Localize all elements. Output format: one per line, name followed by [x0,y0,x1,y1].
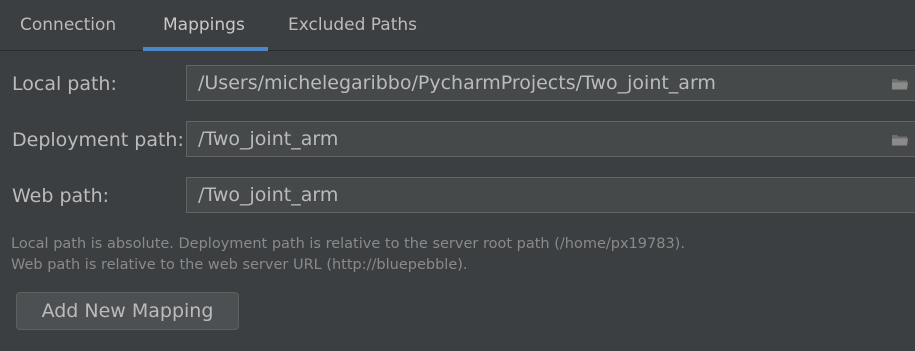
add-new-mapping-button[interactable]: Add New Mapping [16,292,239,330]
tab-excluded-paths[interactable]: Excluded Paths [268,0,443,50]
deployment-path-label: Deployment path: [12,129,184,151]
tab-bar: Connection Mappings Excluded Paths [0,0,915,51]
help-text-web: Web path is relative to the web server U… [11,257,468,273]
help-text-local-deployment: Local path is absolute. Deployment path … [11,236,685,252]
deployment-path-browse-folder-icon[interactable] [891,133,909,147]
web-path-field[interactable] [186,177,915,213]
tab-mappings[interactable]: Mappings [143,0,268,51]
web-path-label: Web path: [12,185,110,207]
web-path-input[interactable] [187,178,915,212]
local-path-field[interactable] [186,65,915,101]
mappings-panel: Connection Mappings Excluded Paths Local… [0,0,915,351]
local-path-input[interactable] [187,66,915,100]
deployment-path-input[interactable] [187,122,915,156]
local-path-label: Local path: [12,73,117,95]
tab-connection[interactable]: Connection [0,0,142,50]
deployment-path-field[interactable] [186,121,915,157]
local-path-browse-folder-icon[interactable] [891,77,909,91]
